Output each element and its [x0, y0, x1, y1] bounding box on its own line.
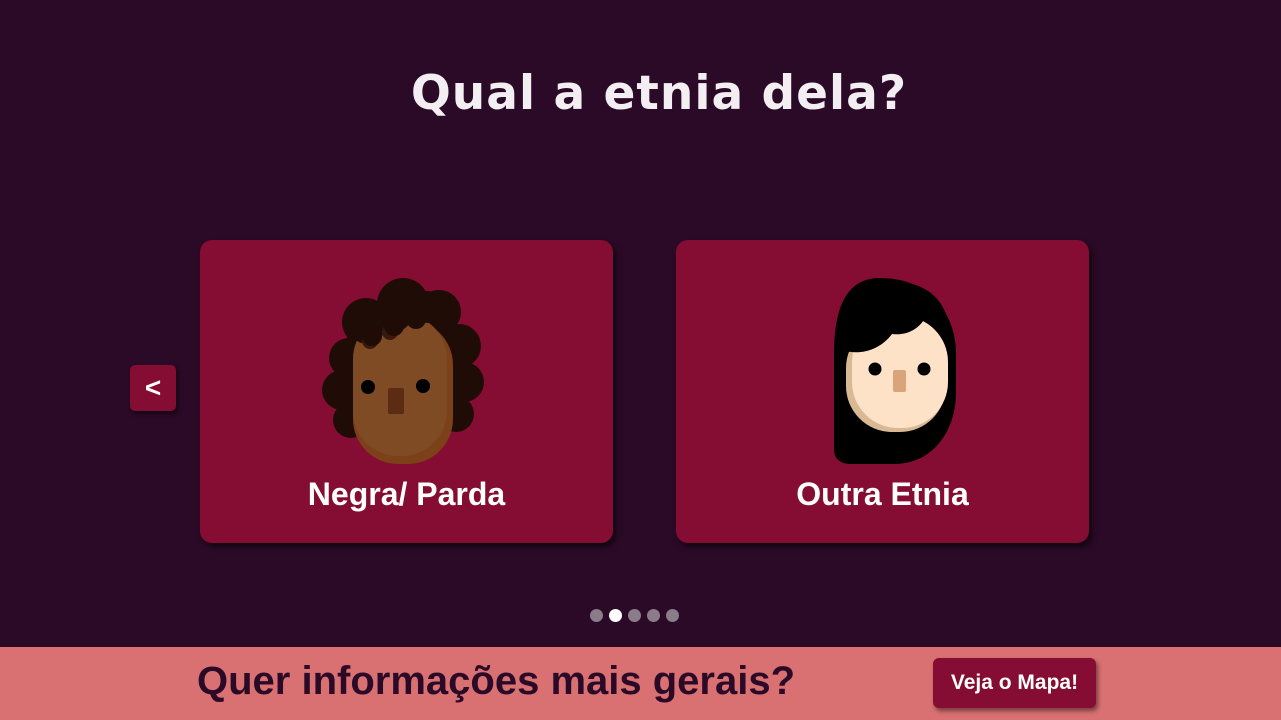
page-title: Qual a etnia dela? — [410, 66, 908, 121]
pagination-dot[interactable] — [628, 609, 641, 622]
pagination-dot[interactable] — [647, 609, 660, 622]
option-card-other[interactable]: Outra Etnia — [676, 240, 1089, 543]
pagination-dot[interactable] — [590, 609, 603, 622]
back-button[interactable]: < — [130, 365, 176, 411]
black-woman-avatar-icon — [322, 278, 484, 464]
see-map-button[interactable]: Veja o Mapa! — [933, 658, 1096, 708]
footer-banner: Quer informações mais gerais? Veja o Map… — [0, 647, 1281, 720]
pagination-dots — [590, 609, 679, 622]
pagination-dot-active[interactable] — [609, 609, 622, 622]
footer-text: Quer informações mais gerais? — [197, 659, 796, 703]
option-label: Outra Etnia — [796, 476, 969, 512]
option-label: Negra/ Parda — [307, 476, 506, 512]
pagination-dot[interactable] — [666, 609, 679, 622]
option-card-black[interactable]: Negra/ Parda — [200, 240, 613, 543]
woman-avatar-icon — [834, 278, 956, 464]
